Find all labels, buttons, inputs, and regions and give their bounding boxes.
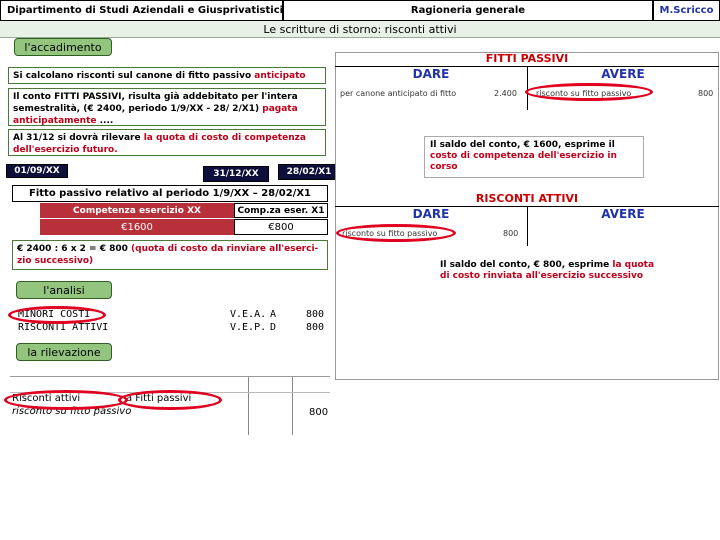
split-left-value-text: €1600 xyxy=(121,221,153,233)
journal-divider-1 xyxy=(248,377,249,435)
split-right-value-text: €800 xyxy=(268,221,294,233)
section-analisi-label: l'analisi xyxy=(43,283,85,297)
section-rilevazione-label: la rilevazione xyxy=(27,345,101,359)
text-box-1: Si calcolano risconti sul canone di fitt… xyxy=(8,67,326,84)
date-end: 28/02/X1 xyxy=(278,164,340,180)
t-fitti-credit-amount: 800 xyxy=(698,89,714,98)
t-fitti-dare: DARE xyxy=(412,67,450,81)
split-right-label: Comp.za eser. X1 xyxy=(234,203,328,218)
analysis-amount-1: 800 xyxy=(306,309,325,320)
course-label: Ragioneria generale xyxy=(410,5,526,16)
header-course: Ragioneria generale xyxy=(283,0,653,21)
t-fitti-title: FITTI PASSIVI xyxy=(485,52,569,65)
split-left-label: Competenza esercizio XX xyxy=(40,203,234,218)
t-fitti-debit-desc: per canone anticipato di fitto xyxy=(340,89,457,98)
text-box-2: Il conto FITTI PASSIVI, risulta già adde… xyxy=(8,88,326,126)
note-2-text: Il saldo del conto, € 800, esprime xyxy=(440,260,613,270)
split-title: Fitto passivo relativo al periodo 1/9/XX… xyxy=(12,185,328,202)
header-department: Dipartimento di Studi Aziendali e Giuspr… xyxy=(0,0,283,21)
t-risconti-debit-amount: 800 xyxy=(503,229,519,238)
section-accadimento: l'accadimento xyxy=(14,38,112,56)
split-left-value: €1600 xyxy=(40,219,234,235)
t-risconti-avere: AVERE xyxy=(601,207,645,221)
text-box-3: Al 31/12 si dovrà rilevare la quota di c… xyxy=(8,129,326,156)
page-title-text: Le scritture di storno: risconti attivi xyxy=(263,22,457,36)
analysis-amount-2: 800 xyxy=(306,322,325,333)
page-title: Le scritture di storno: risconti attivi xyxy=(0,21,720,38)
t-risconti-dare: DARE xyxy=(412,207,450,221)
calc-formula: € 2400 : 6 x 2 = € 800 xyxy=(17,244,132,254)
t-fitti-avere: AVERE xyxy=(601,67,645,81)
text-p2-tail: .... xyxy=(96,116,114,126)
date-end-label: 28/02/X1 xyxy=(286,167,332,177)
text-p1-highlight: anticipato xyxy=(254,71,306,81)
analysis-side-1: A xyxy=(270,309,277,320)
analysis-type-1: V.E.A. xyxy=(230,309,267,320)
text-p3: Al 31/12 si dovrà rilevare xyxy=(13,133,144,143)
section-accadimento-label: l'accadimento xyxy=(24,40,102,54)
note-1-highlight: costo di competenza dell'esercizio in co… xyxy=(430,151,617,172)
highlight-ring-risconti-debit xyxy=(336,224,456,242)
date-mid: 31/12/XX xyxy=(203,166,269,182)
highlight-ring-fitti-credit xyxy=(525,83,653,101)
author-label: M.Scricco xyxy=(659,5,714,16)
department-label: Dipartimento di Studi Aziendali e Giuspr… xyxy=(7,5,284,16)
highlight-ring-risconti xyxy=(4,390,128,410)
date-start: 01/09/XX xyxy=(6,164,68,178)
section-rilevazione: la rilevazione xyxy=(16,343,112,361)
analysis-type-2: V.E.P. xyxy=(230,322,267,333)
t-risconti-mid-line xyxy=(527,206,528,246)
text-p2: Il conto FITTI PASSIVI, risulta già adde… xyxy=(13,92,298,114)
t-risconti-title: RISCONTI ATTIVI xyxy=(475,192,579,205)
split-right-value: €800 xyxy=(234,219,328,235)
section-analisi: l'analisi xyxy=(16,281,112,299)
note-saldo-1600: Il saldo del conto, € 1600, esprime il c… xyxy=(424,136,644,178)
calc-box: € 2400 : 6 x 2 = € 800 (quota di costo d… xyxy=(12,240,328,270)
journal-divider-2 xyxy=(292,377,293,435)
note-saldo-800: Il saldo del conto, € 800, esprime la qu… xyxy=(435,257,663,285)
t-fitti-debit-amount: 2.400 xyxy=(494,89,517,98)
split-right-label-text: Comp.za eser. X1 xyxy=(237,205,325,216)
date-start-label: 01/09/XX xyxy=(14,166,60,176)
highlight-ring-minori-costi xyxy=(8,306,106,324)
highlight-ring-fitti xyxy=(118,390,222,410)
header-author: M.Scricco xyxy=(653,0,720,21)
split-left-label-text: Competenza esercizio XX xyxy=(73,205,201,216)
date-mid-label: 31/12/XX xyxy=(213,169,259,179)
analysis-side-2: D xyxy=(270,322,277,333)
text-p1: Si calcolano risconti sul canone di fitt… xyxy=(13,71,255,81)
journal-amount: 800 xyxy=(309,407,329,418)
note-1-text: Il saldo del conto, € 1600, esprime il xyxy=(430,140,615,150)
split-title-text: Fitto passivo relativo al periodo 1/9/XX… xyxy=(29,188,311,199)
